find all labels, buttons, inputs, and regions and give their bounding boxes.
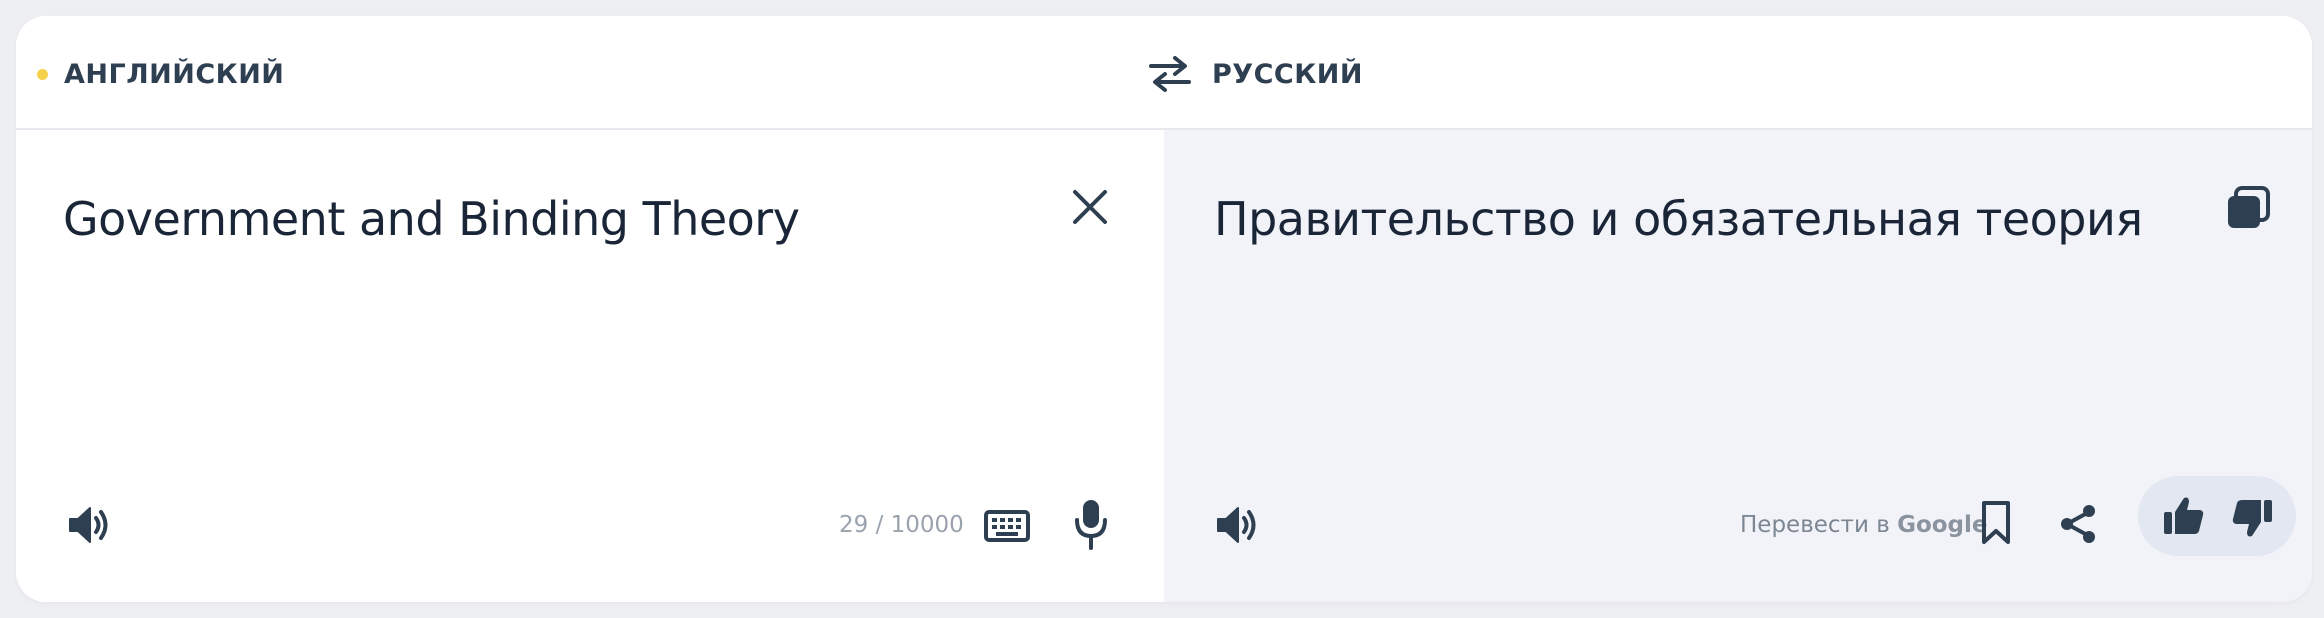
source-text-input[interactable]: Government and Binding Theory: [63, 192, 800, 246]
thumbs-up-icon: [2164, 497, 2204, 534]
translate-in-google-label: Перевести в: [1740, 512, 1898, 538]
bookmark-button[interactable]: [1980, 500, 2012, 546]
rating-group: [2138, 476, 2296, 556]
speaker-icon: [1217, 507, 1256, 543]
google-brand-label: Google: [1897, 512, 1988, 538]
source-listen-button[interactable]: [66, 502, 112, 548]
microphone-icon: [1075, 500, 1107, 550]
source-language-label: АНГЛИЙСКИЙ: [64, 58, 285, 90]
copy-icon: [2228, 186, 2270, 228]
voice-input-button[interactable]: [1074, 498, 1108, 550]
swap-languages-button[interactable]: [1143, 54, 1197, 94]
share-button[interactable]: [2058, 504, 2098, 544]
translation-listen-button[interactable]: [1214, 502, 1260, 548]
target-language-selector[interactable]: РУССКИЙ: [1212, 54, 1363, 94]
translator-card: АНГЛИЙСКИЙ РУССКИЙ Government and Bindin…: [16, 16, 2312, 602]
speaker-icon: [69, 507, 108, 543]
target-language-label: РУССКИЙ: [1212, 58, 1363, 90]
virtual-keyboard-button[interactable]: [984, 508, 1030, 544]
detected-indicator-dot: [37, 68, 48, 80]
thumbs-down-icon: [2232, 500, 2272, 537]
translation-pane: Правительство и обязательная теория Пере…: [1164, 130, 2312, 602]
dislike-button[interactable]: [2230, 496, 2274, 540]
source-language-selector[interactable]: АНГЛИЙСКИЙ: [37, 54, 284, 94]
translate-in-google-link[interactable]: Перевести в Google: [1740, 512, 1988, 538]
keyboard-icon: [984, 510, 1030, 542]
copy-translation-button[interactable]: [2226, 186, 2270, 230]
share-icon: [2061, 505, 2095, 543]
language-bar: АНГЛИЙСКИЙ РУССКИЙ: [16, 16, 2312, 130]
clear-button[interactable]: [1069, 186, 1111, 228]
translation-text: Правительство и обязательная теория: [1214, 192, 2143, 246]
like-button[interactable]: [2162, 494, 2206, 538]
bookmark-icon: [1982, 501, 2010, 544]
character-counter: 29 / 10000: [839, 512, 964, 538]
close-icon: [1073, 190, 1107, 224]
swap-arrows-icon: [1149, 56, 1191, 92]
source-pane: Government and Binding Theory 29 / 10000: [16, 130, 1164, 602]
